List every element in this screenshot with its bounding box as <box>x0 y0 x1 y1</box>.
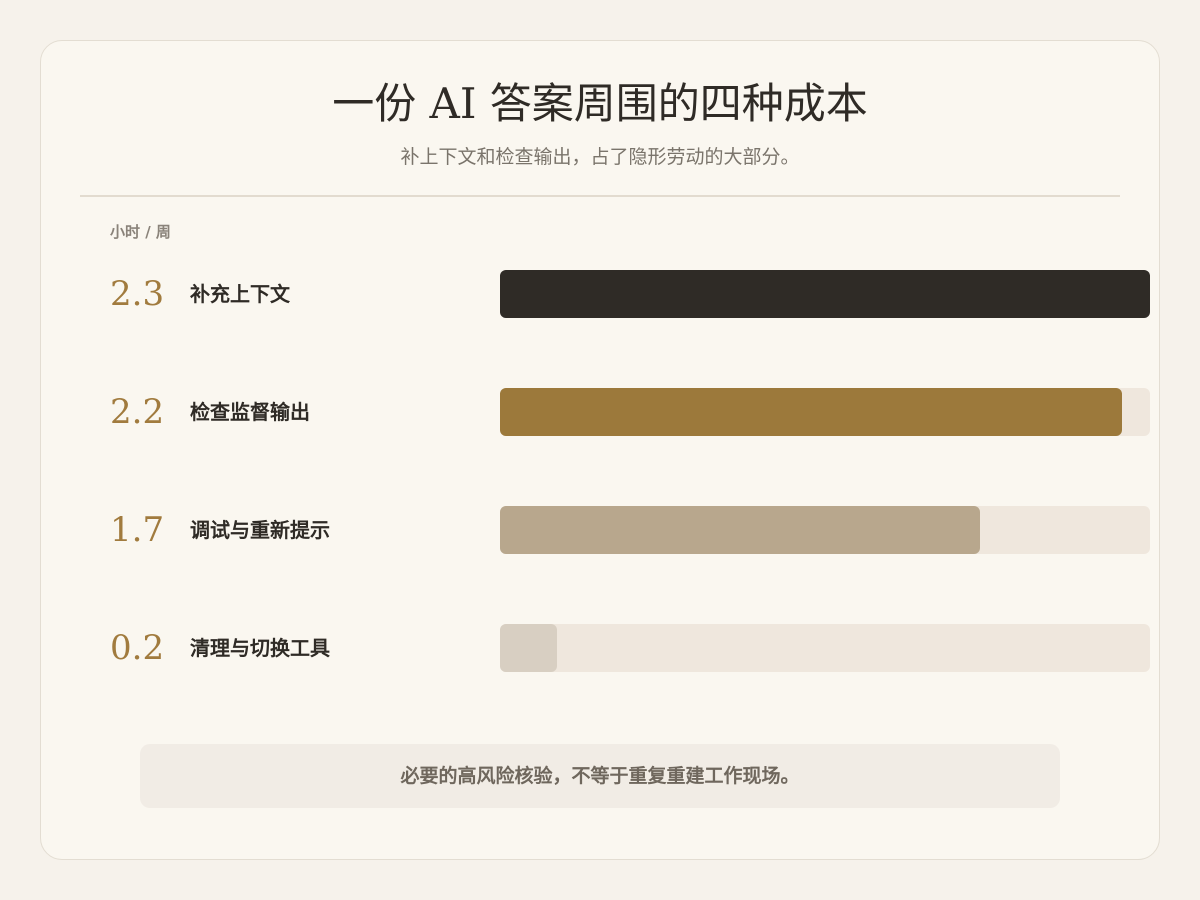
bar-value-label: 2.3 <box>110 274 165 314</box>
bar-value-label: 1.7 <box>110 510 165 550</box>
title-divider <box>80 195 1120 197</box>
footer-note: 必要的高风险核验，不等于重复重建工作现场。 <box>140 744 1060 808</box>
bar-category-label: 补充上下文 <box>190 282 290 306</box>
bar-track <box>500 388 1150 436</box>
bar-category-label: 检查监督输出 <box>190 400 310 424</box>
bar-row: 2.3 补充上下文 <box>0 270 1200 318</box>
bar-fill <box>500 270 1150 318</box>
bar-value-label: 2.2 <box>110 392 165 432</box>
bar-track <box>500 506 1150 554</box>
unit-label: 小时 / 周 <box>110 223 171 241</box>
bar-row: 2.2 检查监督输出 <box>0 388 1200 436</box>
bar-row: 1.7 调试与重新提示 <box>0 506 1200 554</box>
page-subtitle: 补上下文和检查输出，占了隐形劳动的大部分。 <box>400 146 800 168</box>
page-title: 一份 AI 答案周围的四种成本 <box>332 79 868 128</box>
bar-track <box>500 624 1150 672</box>
bar-fill <box>500 624 557 672</box>
bar-track <box>500 270 1150 318</box>
bar-fill <box>500 388 1122 436</box>
bar-fill <box>500 506 980 554</box>
bar-row: 0.2 清理与切换工具 <box>0 624 1200 672</box>
bar-category-label: 清理与切换工具 <box>190 636 330 660</box>
bar-value-label: 0.2 <box>110 628 165 668</box>
bar-category-label: 调试与重新提示 <box>190 518 330 542</box>
